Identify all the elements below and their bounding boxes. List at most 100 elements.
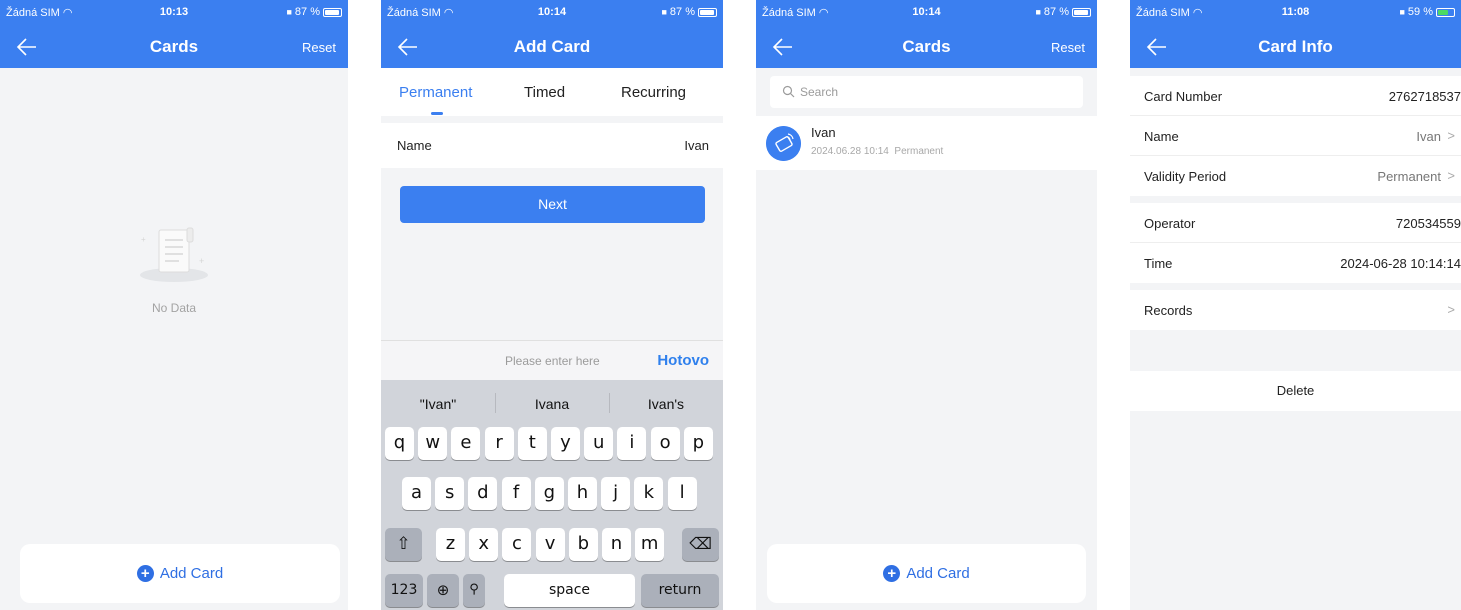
tab-timed[interactable]: Timed [524,84,565,101]
lock-icon: ■ [1035,7,1041,17]
suggestion-item[interactable]: "Ivan" [381,396,495,412]
status-bar: Žádná SIM ◠ 10:13 ■ 87 % [0,0,348,26]
key-w[interactable]: w [418,427,448,460]
chevron-right-icon: > [1447,168,1455,183]
name-value[interactable]: Ivan [684,138,709,153]
key-d[interactable]: d [468,477,498,510]
key-i[interactable]: i [617,427,647,460]
globe-icon[interactable]: ⊕ [427,574,459,607]
battery-percent: 87 % [669,6,695,18]
key-m[interactable]: m [635,528,665,561]
chevron-right-icon: > [1447,128,1455,143]
key-j[interactable]: j [601,477,631,510]
records-row[interactable]: Records > [1130,290,1461,330]
card-icon [766,126,801,161]
card-date: 2024.06.28 10:14 [811,146,889,157]
tab-permanent[interactable]: Permanent [399,84,472,101]
microphone-icon[interactable]: ⚲ [463,574,485,607]
validity-value: Permanent [1377,169,1441,184]
add-card-button[interactable]: + Add Card [767,544,1086,603]
key-y[interactable]: y [551,427,580,460]
key-k[interactable]: k [634,477,664,510]
key-b[interactable]: b [568,528,598,561]
status-bar: Žádná SIM ◠ 10:14 ■ 87 % [381,0,723,26]
name-label: Name [397,138,432,153]
key-x[interactable]: x [469,528,499,561]
empty-text: No Data [151,301,197,315]
key-return[interactable]: return [641,574,719,607]
list-item[interactable]: Ivan 2024.06.28 10:14 Permanent [756,116,1097,170]
delete-button[interactable]: Delete [1130,371,1461,411]
key-q[interactable]: q [385,427,414,460]
keyboard-input-bar: Please enter here Hotovo [381,340,723,380]
backspace-icon[interactable]: ⌫ [682,528,719,561]
name-field[interactable]: Name Ivan [381,123,723,168]
key-r[interactable]: r [484,427,514,460]
time-row: Time 2024-06-28 10:14:14 [1130,243,1461,283]
card-number-value: 2762718537 [1388,89,1461,104]
card-details-group: Card Number 2762718537 Name Ivan > Valid… [1130,76,1461,196]
battery-percent: 59 % [1407,6,1433,18]
page-title: Card Info [1258,37,1333,56]
name-label: Name [1144,129,1179,144]
svg-text:+: + [141,235,146,244]
key-p[interactable]: p [683,427,713,460]
add-card-button[interactable]: + Add Card [20,544,340,603]
key-s[interactable]: s [435,477,465,510]
key-v[interactable]: v [535,528,565,561]
lock-icon: ■ [286,7,292,17]
status-bar: Žádná SIM ◠ 11:08 ■ 59 % [1130,0,1461,26]
key-l[interactable]: l [667,477,697,510]
battery-icon [1436,7,1455,17]
chevron-right-icon: > [1447,302,1455,317]
reset-button[interactable]: Reset [1051,40,1085,55]
page-title: Cards [902,37,951,56]
status-bar: Žádná SIM ◠ 10:14 ■ 87 % [756,0,1097,26]
top-bar: Žádná SIM ◠ 10:14 ■ 87 % Add Card [381,0,723,68]
lock-icon: ■ [661,7,667,17]
search-input[interactable]: Search [770,76,1083,108]
suggestion-item[interactable]: Ivan's [609,396,723,412]
key-c[interactable]: c [502,528,532,561]
reset-button[interactable]: Reset [302,40,336,55]
key-123[interactable]: 123 [385,574,423,607]
key-t[interactable]: t [517,427,547,460]
name-row[interactable]: Name Ivan > [1130,116,1461,156]
search-placeholder: Search [800,85,839,99]
key-u[interactable]: u [584,427,614,460]
key-h[interactable]: h [568,477,597,510]
plus-circle-icon: + [883,565,901,582]
top-bar: Žádná SIM ◠ 11:08 ■ 59 % Card Info [1130,0,1461,68]
key-n[interactable]: n [602,528,631,561]
key-f[interactable]: f [501,477,531,510]
key-z[interactable]: z [436,528,465,561]
records-label: Records [1144,303,1193,318]
card-number-label: Card Number [1144,89,1223,104]
tab-recurring[interactable]: Recurring [621,84,686,101]
suggestion-bar: "Ivan" Ivana Ivan's [381,380,723,426]
done-button[interactable]: Hotovo [657,352,709,369]
card-info-screen: Žádná SIM ◠ 11:08 ■ 59 % Card Info Card N… [1130,0,1461,610]
battery-icon [323,7,342,17]
add-card-label: Add Card [159,565,224,582]
key-o[interactable]: o [650,427,680,460]
battery-percent: 87 % [294,6,320,18]
key-g[interactable]: g [534,477,564,510]
validity-row[interactable]: Validity Period Permanent > [1130,156,1461,196]
suggestion-item[interactable]: Ivana [495,396,609,412]
card-number-row: Card Number 2762718537 [1130,76,1461,116]
battery-percent: 87 % [1043,6,1069,18]
add-card-screen: Žádná SIM ◠ 10:14 ■ 87 % Add Card Permane… [381,0,723,610]
key-e[interactable]: e [451,427,481,460]
next-button[interactable]: Next [400,186,705,223]
shift-icon[interactable]: ⇧ [385,528,422,561]
empty-document-icon: + + [140,227,208,282]
card-type: Permanent [894,146,944,157]
empty-state: + + No Data [0,220,348,315]
key-space[interactable]: space [504,574,635,607]
key-a[interactable]: a [402,477,431,510]
battery-icon [698,7,717,17]
operator-value: 720534559 [1395,216,1461,231]
lock-icon: ■ [1399,7,1405,17]
validity-label: Validity Period [1144,169,1227,184]
